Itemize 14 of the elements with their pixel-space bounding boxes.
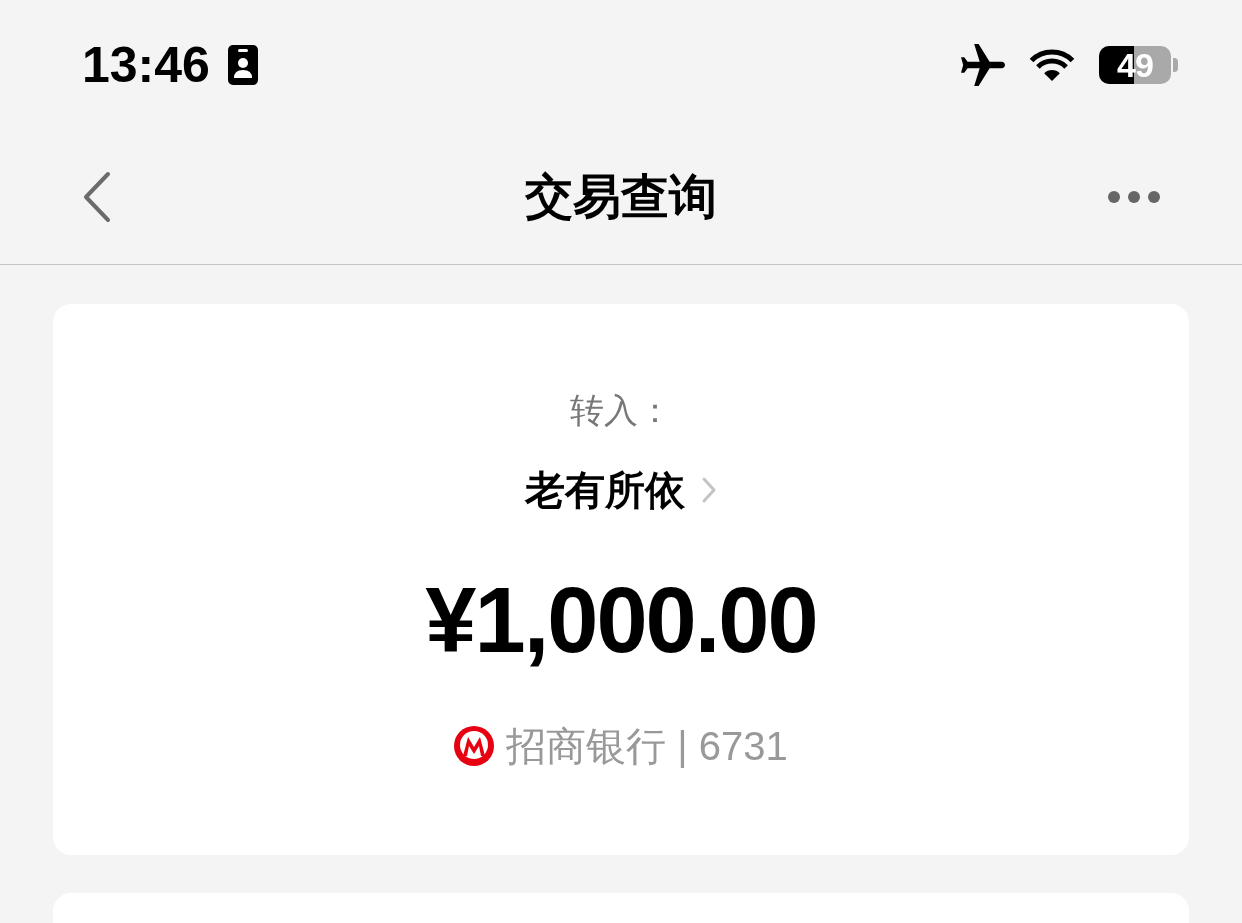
- wifi-icon: [1029, 49, 1075, 81]
- chevron-left-icon: [82, 171, 112, 223]
- counterparty-link[interactable]: 老有所依: [525, 465, 717, 515]
- direction-label: 转入：: [570, 390, 672, 431]
- amount-text: ¥1,000.00: [425, 572, 817, 668]
- more-icon: [1108, 191, 1160, 203]
- bank-logo-icon: [454, 726, 495, 766]
- id-badge-icon: [227, 45, 258, 85]
- status-time: 13:46: [82, 40, 210, 90]
- more-button[interactable]: [1106, 189, 1162, 205]
- airplane-icon: [961, 44, 1005, 86]
- bank-account-text: 招商银行 | 6731: [506, 723, 788, 770]
- page-title: 交易查询: [525, 169, 717, 226]
- chevron-right-icon: [701, 476, 717, 504]
